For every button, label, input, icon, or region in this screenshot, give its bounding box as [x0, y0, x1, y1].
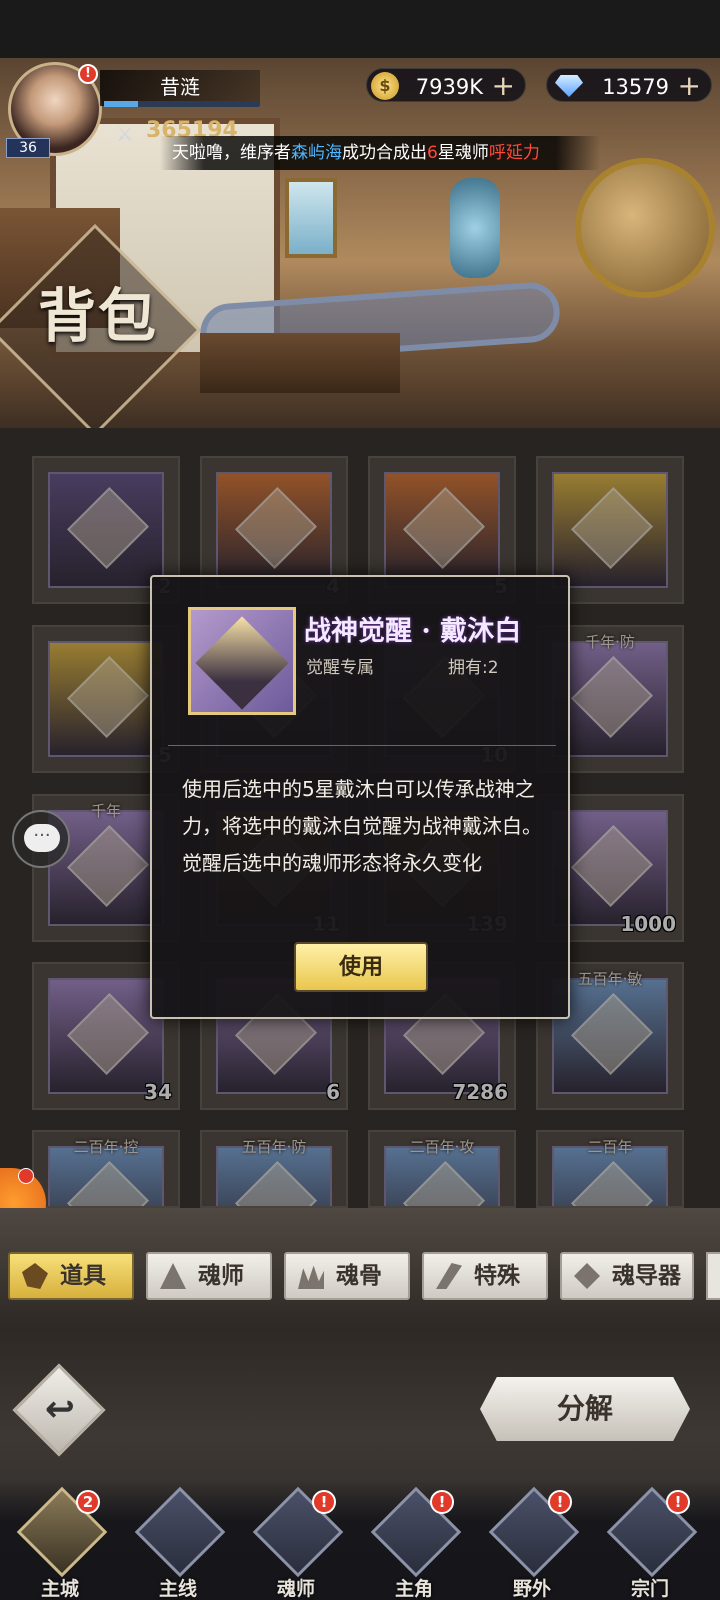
player-level: 36: [6, 138, 50, 158]
tab-soul-bone-label: 魂骨: [336, 1262, 382, 1289]
gold-value: 7939K: [415, 75, 483, 99]
nav-item-3[interactable]: 主角!: [364, 1486, 464, 1600]
item-description: 使用后选中的5星戴沐白可以传承战神之力，将选中的戴沐白觉醒为战神戴沐白。觉醒后选…: [182, 777, 542, 875]
exp-bar: [104, 101, 259, 107]
soul-device-tab-icon: [574, 1263, 600, 1289]
mascot-alert-dot: [18, 1168, 34, 1184]
nav-item-5[interactable]: 宗门!: [600, 1486, 700, 1600]
crystal-icon: [195, 616, 289, 710]
nav-label: 主线: [158, 1578, 197, 1600]
special-tab-icon: [436, 1263, 462, 1289]
tab-soul-bone[interactable]: 魂骨: [284, 1252, 410, 1300]
marquee-hero-name: 呼延力: [488, 143, 540, 163]
nav-label: 主角: [394, 1578, 433, 1600]
item-category: 觉醒专属: [306, 658, 374, 678]
nav-badge: !: [312, 1490, 336, 1514]
gold-add-button[interactable]: +: [492, 69, 515, 102]
chat-button[interactable]: ···: [12, 810, 70, 868]
lamp-decoration: [450, 178, 500, 278]
broadcast-marquee: 天啦噜，维序者森屿海成功合成出6星魂师呼延力: [160, 136, 600, 170]
tab-overflow-edge: [706, 1252, 720, 1300]
tab-items-label: 道具: [60, 1262, 106, 1289]
diamond-currency: 13579 +: [546, 68, 712, 102]
system-status-bar: [0, 0, 720, 58]
soul-bone-tab-icon: [298, 1265, 324, 1289]
marquee-middle: 成功合成出: [342, 143, 427, 163]
hourglass-decoration: [285, 178, 337, 258]
diamond-value: 13579: [602, 75, 669, 99]
nav-item-0[interactable]: 主城 2: [10, 1486, 110, 1600]
nav-badge: !: [666, 1490, 690, 1514]
nav-label: 主城: [40, 1578, 79, 1600]
popup-divider: [168, 745, 556, 746]
tab-soul-device[interactable]: 魂导器: [560, 1252, 694, 1300]
marquee-player-name: 森屿海: [291, 143, 342, 163]
decompose-button[interactable]: 分解: [480, 1377, 690, 1441]
diamond-add-button[interactable]: +: [678, 69, 701, 102]
marquee-prefix: 天啦噜，维序者: [172, 143, 291, 163]
item-detail-popup: 战神觉醒 · 戴沐白 觉醒专属 拥有:2 使用后选中的5星戴沐白可以传承战神之力…: [150, 575, 570, 1019]
marquee-star: 6: [427, 143, 438, 163]
gold-coin-icon: $: [371, 72, 399, 100]
book-decoration: [200, 333, 400, 393]
nav-label: 宗门: [630, 1578, 669, 1600]
tab-special-label: 特殊: [474, 1262, 520, 1289]
crossed-swords-icon: ⚔: [116, 122, 134, 146]
awakening-item-icon: [188, 607, 296, 715]
page-title: 背包: [37, 282, 158, 350]
use-button[interactable]: 使用: [294, 942, 428, 992]
avatar-alert-badge: !: [78, 64, 98, 84]
nav-item-2[interactable]: 魂师!: [246, 1486, 346, 1600]
tab-soul-device-label: 魂导器: [612, 1262, 681, 1289]
soul-master-tab-icon: [160, 1263, 186, 1289]
tab-special[interactable]: 特殊: [422, 1252, 548, 1300]
diamond-icon: [555, 75, 583, 97]
item-name: 战神觉醒 · 戴沐白: [304, 616, 522, 647]
marquee-star-suffix: 星魂师: [437, 143, 489, 163]
nav-item-1[interactable]: 主线: [128, 1486, 228, 1600]
globe-decoration: [575, 158, 715, 298]
nav-label: 野外: [512, 1578, 551, 1600]
tab-soul-master[interactable]: 魂师: [146, 1252, 272, 1300]
exp-bar-fill: [104, 101, 139, 107]
tab-items[interactable]: 道具: [8, 1252, 134, 1300]
nav-badge: !: [430, 1490, 454, 1514]
nav-label: 魂师: [276, 1578, 315, 1600]
nav-badge: !: [548, 1490, 572, 1514]
return-arrow-icon: ↩: [44, 1389, 76, 1430]
mainline-icon: [134, 1486, 226, 1578]
item-owned-count: 拥有:2: [448, 658, 499, 678]
chat-bubble-icon: ···: [24, 824, 60, 852]
gold-currency: $ 7939K +: [366, 68, 526, 102]
tab-soul-master-label: 魂师: [198, 1262, 244, 1289]
item-tab-icon: [22, 1263, 48, 1289]
nav-badge: 2: [76, 1490, 100, 1514]
nav-item-4[interactable]: 野外!: [482, 1486, 582, 1600]
